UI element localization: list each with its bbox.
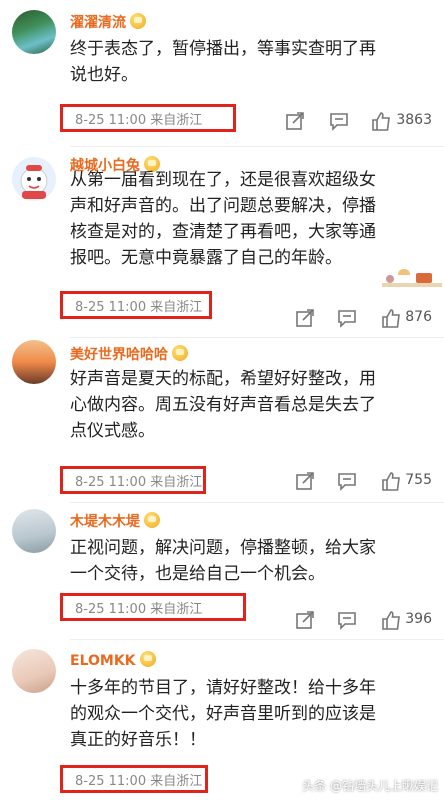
comment-icon[interactable]: [336, 470, 358, 492]
divider: [70, 639, 444, 640]
cartoon-avatar-icon: [20, 165, 48, 199]
comment-text: 好声音是夏天的标配，希望好好整改，用 心做内容。周五没有好声音看总是失去了 点仪…: [70, 369, 376, 441]
comment-icon[interactable]: [336, 307, 358, 329]
thumbs-up-icon[interactable]: [380, 307, 402, 329]
vip-crown-badge-icon: [130, 13, 146, 29]
like-count: 3863: [396, 112, 432, 128]
username[interactable]: 濯濯清流: [70, 12, 146, 32]
comment-icon[interactable]: [328, 110, 350, 132]
avatar[interactable]: [12, 509, 56, 553]
comment-text: 十多年的节目了，请好好整改！给十多年 的观众一个交代，好声音里听到的应该是 真正…: [70, 678, 376, 750]
like-count: 876: [405, 309, 432, 325]
share-icon[interactable]: [294, 470, 316, 492]
vip-crown-badge-icon: [139, 651, 156, 667]
avatar[interactable]: [12, 157, 56, 201]
comment-meta: 8-25 11:00 来自浙江: [60, 291, 212, 319]
comment-text: 终于表态了，暂停播出，等事实查明了再 说也好。: [70, 39, 376, 85]
comment-meta: 8-25 11:00 来自浙江: [60, 593, 246, 621]
share-icon[interactable]: [294, 609, 316, 631]
comment-text: 从第一届看到现在了，还是很喜欢超级女 声和好声音的。出了问题总要解决，停播 核查…: [70, 170, 376, 268]
avatar[interactable]: [12, 10, 56, 54]
avatar[interactable]: [12, 649, 56, 693]
like-count: 755: [405, 472, 432, 488]
divider: [70, 337, 444, 338]
share-icon[interactable]: [294, 307, 316, 329]
thumbs-up-icon[interactable]: [380, 470, 402, 492]
vip-crown-badge-icon: [172, 345, 188, 361]
divider: [70, 146, 444, 147]
comment-actions: 3863: [280, 110, 432, 134]
username[interactable]: 美好世界哈哈哈: [70, 344, 188, 364]
comment-actions: 396: [280, 609, 432, 633]
like-count: 396: [405, 611, 432, 627]
comment-icon[interactable]: [336, 609, 358, 631]
comment-meta: 8-25 11:00 来自浙江: [60, 466, 206, 494]
comment-text: 正视问题，解决问题，停播整顿，给大家 一个交待，也是给自己一个机会。: [70, 538, 376, 584]
comment-actions: 755: [280, 470, 432, 494]
username[interactable]: 木堤木木堤: [70, 511, 160, 531]
share-icon[interactable]: [284, 110, 306, 132]
comment-meta: 8-25 11:00 来自浙江: [60, 765, 208, 793]
watermark: 头条 @钻墙头儿上瞅娱记: [302, 779, 438, 793]
avatar[interactable]: [12, 340, 56, 384]
comment-meta: 8-25 11:00 来自浙江: [60, 104, 236, 132]
comment-actions: 876: [280, 307, 432, 331]
divider: [70, 502, 444, 503]
vip-crown-badge-icon: [144, 512, 160, 528]
thumbs-up-icon[interactable]: [370, 110, 392, 132]
username[interactable]: ELOMKK: [70, 651, 156, 669]
thumbs-up-icon[interactable]: [380, 609, 402, 631]
